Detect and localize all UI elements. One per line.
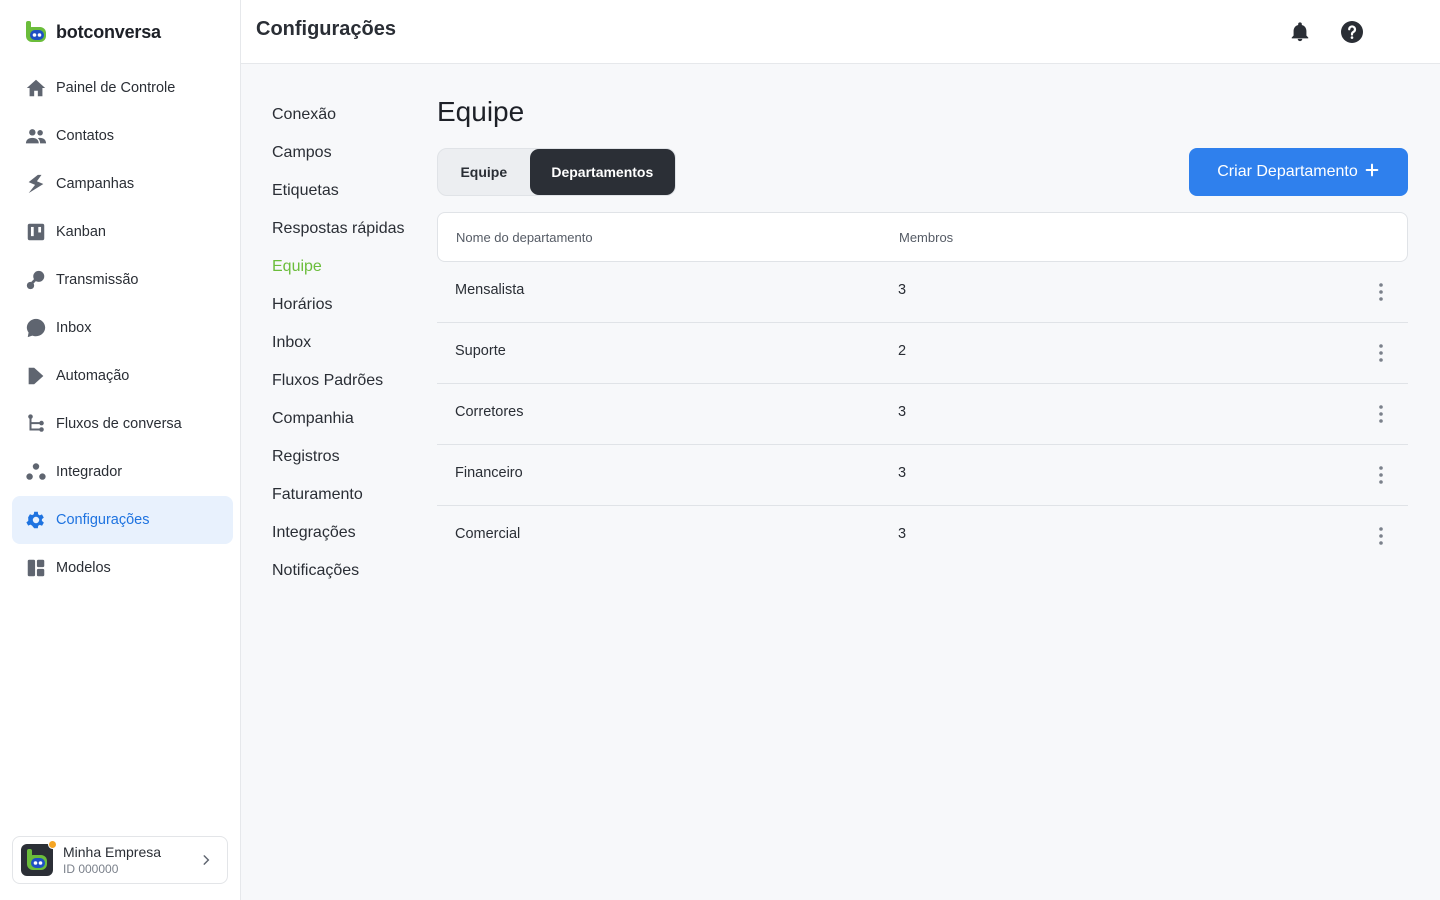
- table-row[interactable]: Comercial 3: [437, 506, 1408, 567]
- automation-icon: [24, 364, 48, 388]
- column-header-members: Membros: [899, 230, 954, 245]
- sidebar-item-contatos[interactable]: Contatos: [12, 112, 233, 160]
- campaign-icon: [24, 172, 48, 196]
- table-header: Nome do departamento Membros: [437, 212, 1408, 262]
- settings-item-horarios[interactable]: Horários: [272, 286, 422, 324]
- brand-name: botconversa: [56, 21, 161, 42]
- sidebar-item-inbox[interactable]: Inbox: [12, 304, 233, 352]
- member-count: 2: [898, 343, 907, 359]
- sidebar-item-label: Painel de Controle: [56, 80, 176, 96]
- more-vertical-icon[interactable]: [1369, 341, 1393, 365]
- sidebar-item-painel-de-controle[interactable]: Painel de Controle: [12, 64, 233, 112]
- more-vertical-icon[interactable]: [1369, 463, 1393, 487]
- status-dot: [48, 840, 57, 849]
- create-department-label: Criar Departamento: [1217, 163, 1358, 180]
- member-count: 3: [898, 526, 907, 542]
- department-name: Financeiro: [455, 465, 523, 481]
- table-row[interactable]: Suporte 2: [437, 323, 1408, 384]
- team-tabs: Equipe Departamentos: [437, 148, 676, 196]
- settings-item-campos[interactable]: Campos: [272, 134, 422, 172]
- tab-equipe[interactable]: Equipe: [438, 149, 530, 195]
- sidebar-item-configuracoes[interactable]: Configurações: [12, 496, 233, 544]
- broadcast-icon: [24, 268, 48, 292]
- sidebar-item-label: Kanban: [56, 224, 106, 240]
- column-header-name: Nome do departamento: [456, 230, 593, 245]
- sidebar-item-campanhas[interactable]: Campanhas: [12, 160, 233, 208]
- integrator-icon: [24, 460, 48, 484]
- sidebar-item-modelos[interactable]: Modelos: [12, 544, 233, 592]
- settings-item-inbox[interactable]: Inbox: [272, 324, 422, 362]
- chevron-right-icon: [199, 853, 213, 872]
- more-vertical-icon[interactable]: [1369, 402, 1393, 426]
- section-title: Equipe: [437, 96, 525, 127]
- home-icon: [24, 76, 48, 100]
- department-name: Mensalista: [455, 282, 525, 298]
- sidebar-item-label: Integrador: [56, 464, 123, 480]
- settings-item-registros[interactable]: Registros: [272, 438, 422, 476]
- department-name: Suporte: [455, 343, 506, 359]
- member-count: 3: [898, 282, 907, 298]
- sidebar-item-kanban[interactable]: Kanban: [12, 208, 233, 256]
- people-icon: [24, 124, 48, 148]
- sidebar-nav: Painel de Controle Contatos Campanhas Ka…: [12, 64, 233, 592]
- kanban-icon: [24, 220, 48, 244]
- chat-bubble-icon: [24, 316, 48, 340]
- sidebar-item-label: Automação: [56, 368, 130, 384]
- settings-item-fluxos-padroes[interactable]: Fluxos Padrões: [272, 362, 422, 400]
- settings-item-notificacoes[interactable]: Notificações: [272, 552, 422, 590]
- sidebar-item-label: Fluxos de conversa: [56, 416, 182, 432]
- departments-table: Nome do departamento Membros Mensalista …: [437, 212, 1408, 567]
- tab-departamentos[interactable]: Departamentos: [529, 149, 675, 195]
- settings-item-conexao[interactable]: Conexão: [272, 96, 422, 134]
- settings-item-companhia[interactable]: Companhia: [272, 400, 422, 438]
- sidebar: botconversa Painel de Controle Contatos …: [0, 0, 241, 900]
- sidebar-item-label: Campanhas: [56, 176, 135, 192]
- plus-icon: [1364, 162, 1380, 183]
- sidebar-item-label: Configurações: [56, 512, 150, 528]
- table-row[interactable]: Mensalista 3: [437, 262, 1408, 323]
- settings-item-respostas-rapidas[interactable]: Respostas rápidas: [272, 210, 422, 248]
- flow-icon: [24, 412, 48, 436]
- brand[interactable]: botconversa: [24, 20, 161, 44]
- company-switcher[interactable]: Minha Empresa ID 000000: [12, 836, 228, 884]
- gear-icon: [24, 508, 48, 532]
- settings-item-equipe[interactable]: Equipe: [272, 248, 422, 286]
- department-name: Comercial: [455, 526, 521, 542]
- avatar: [21, 840, 57, 876]
- help-icon[interactable]: [1338, 18, 1366, 46]
- settings-item-faturamento[interactable]: Faturamento: [272, 476, 422, 514]
- notifications-bell-icon[interactable]: [1286, 18, 1314, 46]
- more-vertical-icon[interactable]: [1369, 280, 1393, 304]
- page-title: Configurações: [256, 18, 397, 40]
- botconversa-logo-icon: [24, 20, 48, 44]
- company-id: ID 000000: [63, 862, 119, 876]
- sidebar-item-label: Transmissão: [56, 272, 139, 288]
- company-name: Minha Empresa: [63, 844, 162, 860]
- templates-icon: [24, 556, 48, 580]
- create-department-button[interactable]: Criar Departamento: [1189, 148, 1408, 196]
- sidebar-item-label: Inbox: [56, 320, 92, 336]
- sidebar-item-automacao[interactable]: Automação: [12, 352, 233, 400]
- department-name: Corretores: [455, 404, 524, 420]
- table-row[interactable]: Financeiro 3: [437, 445, 1408, 506]
- sidebar-item-integrador[interactable]: Integrador: [12, 448, 233, 496]
- table-row[interactable]: Corretores 3: [437, 384, 1408, 445]
- more-vertical-icon[interactable]: [1369, 524, 1393, 548]
- settings-menu: Conexão Campos Etiquetas Respostas rápid…: [272, 96, 422, 590]
- member-count: 3: [898, 404, 907, 420]
- member-count: 3: [898, 465, 907, 481]
- sidebar-item-label: Contatos: [56, 128, 115, 144]
- sidebar-item-fluxos-de-conversa[interactable]: Fluxos de conversa: [12, 400, 233, 448]
- sidebar-item-label: Modelos: [56, 560, 111, 576]
- top-bar: Configurações: [241, 0, 1440, 64]
- settings-item-etiquetas[interactable]: Etiquetas: [272, 172, 422, 210]
- sidebar-item-transmissao[interactable]: Transmissão: [12, 256, 233, 304]
- settings-item-integracoes[interactable]: Integrações: [272, 514, 422, 552]
